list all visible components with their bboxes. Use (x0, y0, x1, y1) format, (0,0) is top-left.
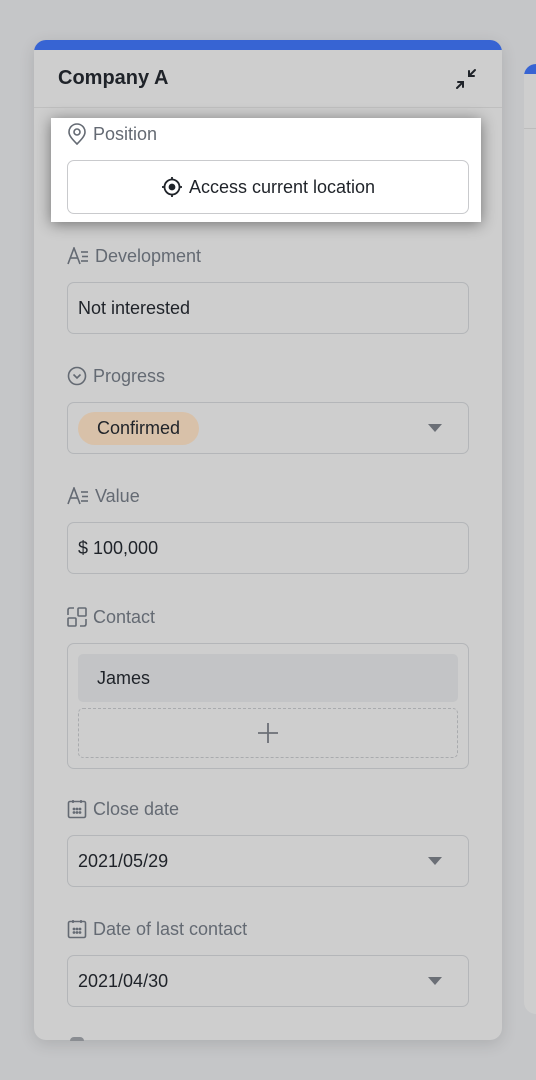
dropdown-caret-icon (428, 977, 442, 985)
text-field-icon (67, 487, 88, 505)
field-last-contact: Date of last contact 2021/04/30 (67, 917, 469, 1007)
field-label-progress: Progress (93, 365, 166, 386)
field-contact: Contact James (67, 605, 469, 769)
value-amount: $ 100,000 (78, 537, 159, 558)
field-label-last-contact: Date of last contact (93, 918, 248, 939)
field-progress: Progress Confirmed (67, 364, 469, 454)
progress-select[interactable]: Confirmed (67, 402, 469, 454)
value-input[interactable]: $ 100,000 (67, 522, 469, 574)
progress-status-tag: Confirmed (78, 411, 200, 445)
card-title: Company A (58, 67, 169, 89)
dropdown-caret-icon (428, 857, 442, 865)
last-contact-date-picker[interactable]: 2021/04/30 (67, 955, 469, 1007)
collapse-arrows-icon (456, 68, 476, 89)
field-value: Value $ 100,000 (67, 484, 469, 574)
next-field-icon-partial (70, 1037, 84, 1041)
access-location-label: Access current location (188, 176, 376, 197)
field-label-development: Development (95, 245, 202, 266)
collapse-button[interactable] (452, 65, 480, 93)
field-label-close-date: Close date (93, 798, 180, 819)
crosshair-target-icon (161, 177, 182, 197)
contact-list: James (67, 643, 469, 769)
close-date-picker[interactable]: 2021/05/29 (67, 835, 469, 887)
access-location-button[interactable]: Access current location (67, 160, 469, 214)
card-header: Company A (34, 50, 502, 108)
single-select-icon (67, 366, 87, 386)
card-accent-bar (34, 40, 502, 50)
location-pin-icon (68, 123, 86, 145)
last-contact-date-value: 2021/04/30 (78, 970, 169, 991)
development-input[interactable]: Not interested (67, 282, 469, 334)
plus-icon (258, 723, 278, 743)
dropdown-caret-icon (428, 424, 442, 432)
adjacent-card (524, 64, 536, 1014)
contact-item[interactable]: James (78, 654, 458, 702)
field-close-date: Close date 2021/05/29 (67, 797, 469, 887)
contact-name: James (97, 667, 151, 688)
field-label-position: Position (93, 123, 158, 144)
close-date-value: 2021/05/29 (78, 850, 169, 871)
link-record-icon (67, 607, 87, 627)
position-field-highlight: Position Access current location (51, 118, 481, 222)
calendar-icon (67, 920, 87, 939)
field-label-value: Value (95, 485, 140, 506)
adjacent-card-accent-bar (524, 64, 536, 74)
field-label-contact: Contact (93, 606, 156, 627)
calendar-icon (67, 800, 87, 819)
development-value: Not interested (78, 297, 191, 318)
field-development: Development Not interested (67, 244, 469, 334)
text-field-icon (67, 247, 88, 265)
add-contact-button[interactable] (78, 708, 458, 758)
